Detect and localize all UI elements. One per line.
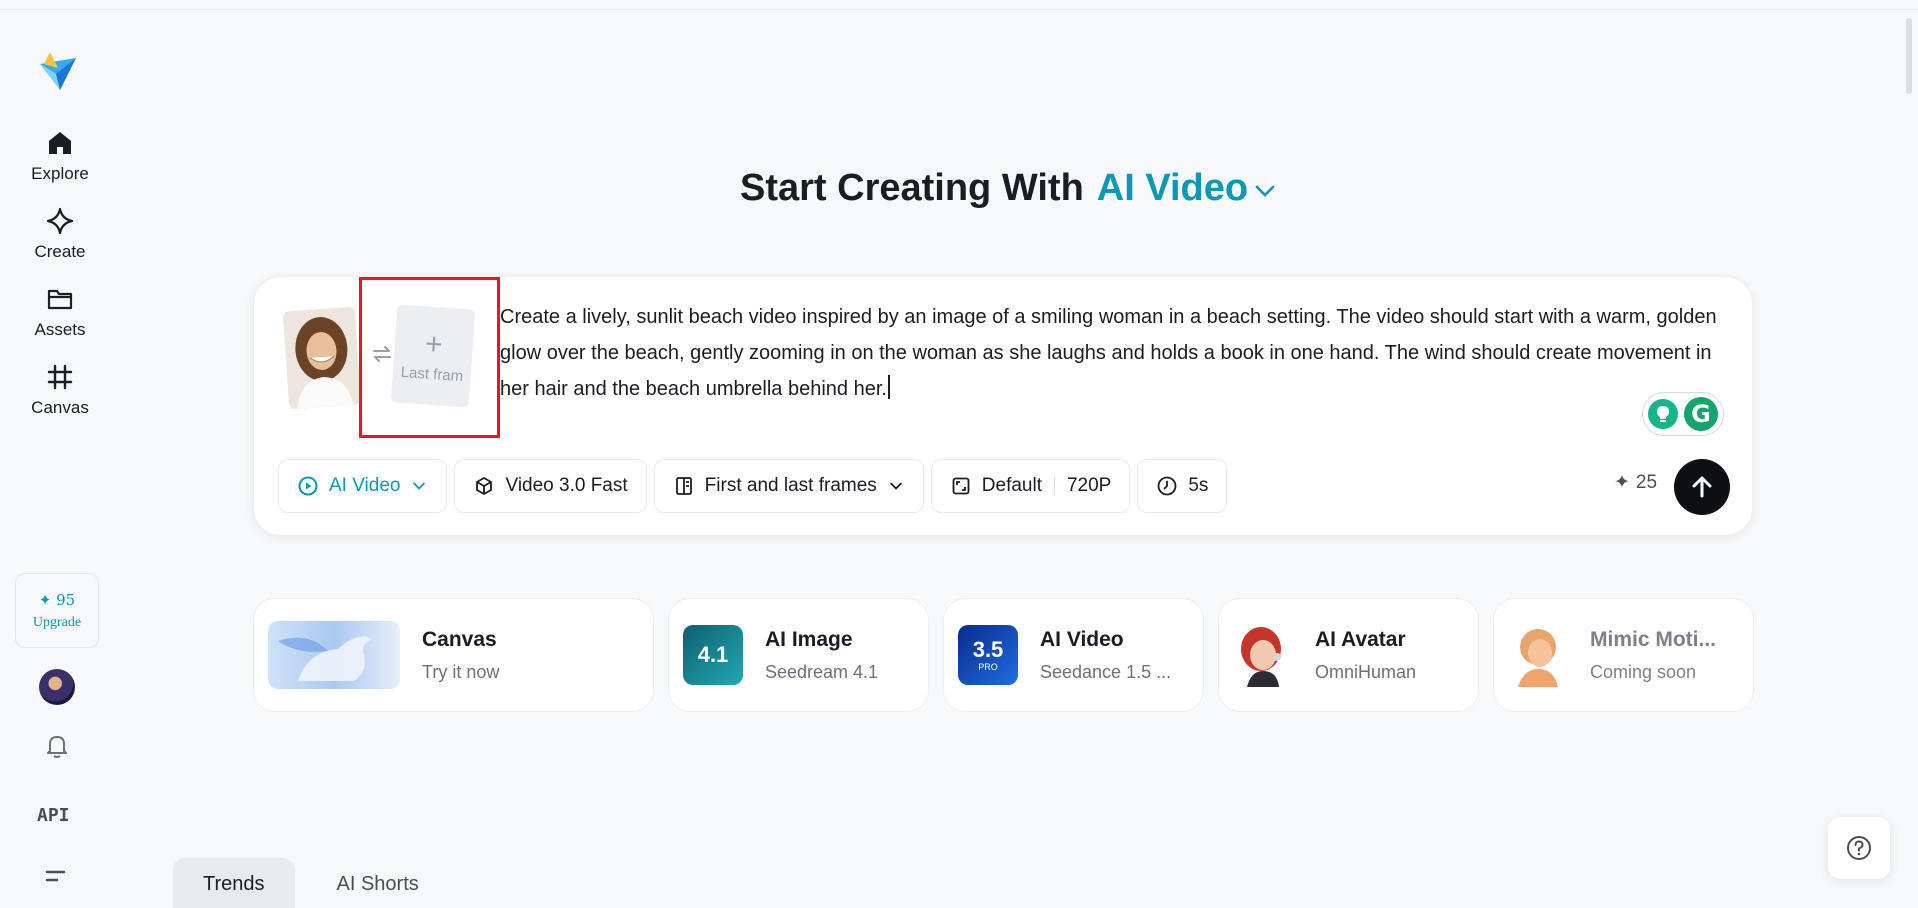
credit-cost-value: 25 xyxy=(1635,471,1658,493)
feature-title: AI Avatar xyxy=(1315,627,1406,651)
mode-selector-label: AI Video xyxy=(1096,166,1249,209)
feature-card-mimic-motion[interactable]: Mimic Moti... Coming soon xyxy=(1493,598,1754,712)
send-button[interactable] xyxy=(1674,459,1730,515)
feature-subtitle: OmniHuman xyxy=(1315,661,1417,682)
feature-card-ai-video[interactable]: 3.5 PRO AI Video Seedance 1.5 ... xyxy=(943,598,1204,712)
cube-icon xyxy=(476,477,493,495)
aspect-ratio-icon xyxy=(952,477,970,495)
bulb-icon xyxy=(1648,399,1678,429)
feature-card-ai-image[interactable]: 4.1 AI Image Seedream 4.1 xyxy=(668,598,929,712)
tab-trends[interactable]: Trends xyxy=(173,858,295,908)
canvas-thumbnail-icon xyxy=(268,621,400,689)
frames-icon xyxy=(675,477,692,495)
help-button[interactable] xyxy=(1828,817,1890,879)
credit-cost: ✦ 25 xyxy=(1614,471,1657,494)
prompt-input[interactable]: Create a lively, sunlit beach video insp… xyxy=(500,299,1730,407)
sidebar-item-explore[interactable]: Explore xyxy=(10,128,110,194)
sparkle-icon xyxy=(46,207,74,235)
ratio-resolution-selector[interactable]: Default 720P xyxy=(930,459,1131,513)
feature-title: Mimic Moti... xyxy=(1590,627,1716,651)
duration-selector[interactable]: 5s xyxy=(1137,459,1228,513)
resolution-label: 720P xyxy=(1066,475,1112,496)
api-link[interactable]: API xyxy=(37,805,70,826)
scrollbar-thumb[interactable] xyxy=(1906,18,1912,94)
ai-image-logo-icon: 4.1 xyxy=(683,625,743,685)
sidebar-item-canvas[interactable]: Canvas xyxy=(10,362,110,428)
grammarly-icon: G xyxy=(1684,397,1718,431)
sidebar-item-label: Assets xyxy=(34,320,86,339)
sidebar-item-label: Explore xyxy=(31,164,89,183)
model-selector[interactable]: Video 3.0 Fast xyxy=(454,459,647,513)
chevron-down-icon xyxy=(1255,185,1275,197)
help-icon xyxy=(1847,836,1871,860)
chevron-down-icon xyxy=(889,482,902,490)
home-icon xyxy=(49,132,71,154)
feature-subtitle: Seedream 4.1 xyxy=(765,661,879,682)
content-tabs: Trends AI Shorts xyxy=(173,858,449,908)
sidebar-item-label: Canvas xyxy=(31,398,89,417)
feature-card-ai-avatar[interactable]: AI Avatar OmniHuman xyxy=(1218,598,1479,712)
chevron-down-icon xyxy=(413,482,426,490)
frames-dropdown[interactable]: First and last frames xyxy=(653,459,924,513)
frames-dropdown-label: First and last frames xyxy=(704,475,877,496)
avatar-character-icon xyxy=(1233,623,1293,687)
sidebar-item-create[interactable]: Create xyxy=(10,206,110,272)
feature-subtitle: Seedance 1.5 ... xyxy=(1040,661,1172,682)
ai-image-badge: 4.1 xyxy=(697,642,729,667)
frame-icon xyxy=(47,364,73,390)
ratio-label: Default xyxy=(981,475,1042,496)
sidebar-item-label: Create xyxy=(34,242,86,261)
generation-toolbar: AI Video Video 3.0 Fast First and last f… xyxy=(278,459,1228,513)
feature-subtitle: Try it now xyxy=(422,661,500,682)
video-mode-icon xyxy=(298,476,318,496)
folder-icon xyxy=(47,289,73,310)
avatar[interactable] xyxy=(39,669,75,705)
highlight-box xyxy=(359,277,500,438)
feature-cards: Canvas Try it now 4.1 AI Image Seedream … xyxy=(253,598,1754,712)
first-frame-image[interactable] xyxy=(282,306,362,410)
mimic-character-icon xyxy=(1508,623,1568,687)
prompt-card: + Last fram Create a lively, sunlit beac… xyxy=(253,276,1753,536)
feature-title: Canvas xyxy=(422,627,497,651)
mode-selector[interactable]: AI Video xyxy=(1097,167,1278,210)
mode-dropdown[interactable]: AI Video xyxy=(278,459,448,513)
mode-dropdown-label: AI Video xyxy=(329,475,401,496)
upgrade-label: Upgrade xyxy=(32,614,82,630)
credits-count: ✦ 95 xyxy=(38,590,76,609)
prompt-text: Create a lively, sunlit beach video insp… xyxy=(500,306,1717,400)
feature-subtitle: Coming soon xyxy=(1590,661,1697,682)
duration-label: 5s xyxy=(1188,475,1209,496)
upgrade-button[interactable]: ✦ 95 Upgrade xyxy=(15,573,99,648)
grammarly-widget[interactable]: G xyxy=(1642,392,1724,436)
divider xyxy=(1053,477,1055,495)
feature-title: AI Video xyxy=(1040,627,1124,651)
sidebar-item-assets[interactable]: Assets xyxy=(10,284,110,350)
top-border xyxy=(0,0,1918,10)
page-title: Start Creating With AI Video xyxy=(740,164,1278,212)
ai-video-badge: 3.5 xyxy=(972,636,1004,662)
ai-video-logo-icon: 3.5 PRO xyxy=(958,625,1018,685)
app-logo-icon[interactable] xyxy=(36,50,80,94)
clock-icon xyxy=(1157,476,1177,496)
text-caret xyxy=(887,375,890,399)
tab-ai-shorts[interactable]: AI Shorts xyxy=(307,858,449,908)
model-selector-label: Video 3.0 Fast xyxy=(505,475,628,496)
menu-icon[interactable] xyxy=(44,865,70,887)
bell-icon[interactable] xyxy=(43,732,71,760)
sidebar: Explore Create Assets Canvas ✦ 95 Upgrad… xyxy=(0,10,120,908)
arrow-up-icon xyxy=(1692,476,1712,498)
feature-title: AI Image xyxy=(765,627,853,651)
credit-star-icon: ✦ xyxy=(1614,472,1630,493)
woman-photo-icon xyxy=(282,306,362,410)
ai-video-badge-sub: PRO xyxy=(978,661,998,672)
page-title-prefix: Start Creating With xyxy=(740,166,1084,209)
feature-card-canvas[interactable]: Canvas Try it now xyxy=(253,598,654,712)
